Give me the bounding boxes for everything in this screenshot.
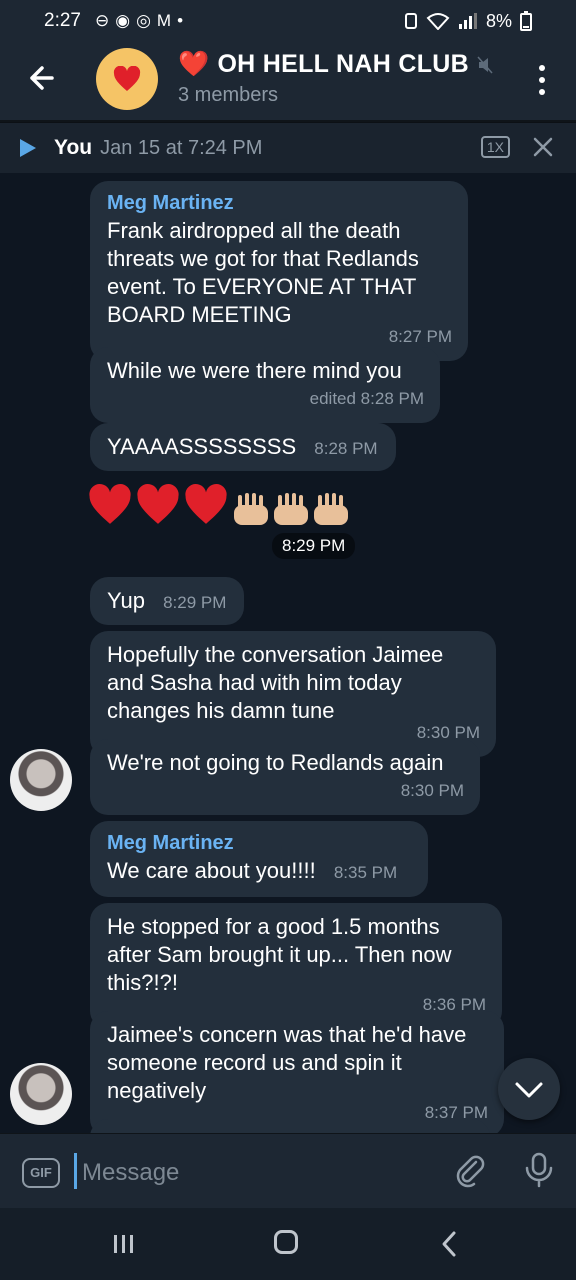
more-menu-icon[interactable] (532, 62, 552, 98)
message-time: 8:29 PM (272, 533, 356, 559)
heart-emoji (89, 483, 131, 524)
message-text: While we were there mind you (107, 358, 402, 383)
message-bubble[interactable]: YAAAASSSSSSSS 8:28 PM (90, 423, 396, 471)
user-avatar[interactable] (10, 1063, 72, 1125)
audio-player-bar[interactable]: You Jan 15 at 7:24 PM 1X (0, 122, 576, 173)
message-bubble[interactable]: Meg Martinez We care about you!!!! 8:35 … (90, 821, 428, 897)
heart-emoji (185, 483, 227, 524)
emoji-message[interactable] (88, 483, 352, 527)
chat-header: ❤️ OH HELL NAH CLUB 3 members (0, 42, 576, 120)
message-list[interactable]: Meg Martinez Frank airdropped all the de… (0, 173, 576, 1133)
raised-hands-emoji (234, 493, 348, 525)
status-icon: ◉ (115, 11, 131, 30)
audio-date: Jan 15 at 7:24 PM (100, 136, 263, 159)
message-text: We care about you!!!! (107, 858, 316, 883)
play-icon[interactable] (20, 139, 36, 157)
nav-back-icon[interactable] (440, 1230, 460, 1258)
battery-icon (520, 11, 532, 31)
message-time: 8:29 PM (163, 593, 227, 612)
message-bubble[interactable]: While we were there mind you edited 8:28… (90, 347, 440, 423)
status-right: 8% (404, 0, 532, 42)
group-avatar[interactable] (96, 48, 158, 110)
message-bubble[interactable]: Meg Martinez Frank airdropped all the de… (90, 181, 468, 361)
group-name: OH HELL NAH CLUB (217, 50, 469, 78)
message-text: He stopped for a good 1.5 months after S… (107, 914, 452, 995)
battery-percent: 8% (485, 10, 512, 31)
status-icon: • (177, 11, 184, 30)
message-input[interactable] (80, 1154, 404, 1192)
muted-icon (477, 56, 493, 73)
signal-icon (458, 13, 477, 29)
close-icon[interactable] (530, 134, 556, 160)
heart-icon (113, 66, 141, 91)
message-text: Frank airdropped all the death threats w… (107, 218, 419, 327)
status-bar: 2:27 ⊖ ◉ ◎ M • 8% (0, 0, 576, 42)
message-bubble[interactable]: Yup 8:29 PM (90, 577, 244, 625)
sender-name[interactable]: Meg Martinez (107, 191, 452, 215)
message-text: YAAAASSSSSSSS (107, 434, 297, 459)
microphone-icon[interactable] (524, 1152, 554, 1188)
user-avatar[interactable] (10, 749, 72, 811)
message-bubble[interactable]: Jaimee's concern was that he'd have some… (90, 1011, 504, 1133)
message-text: We're not going to Redlands again (107, 750, 444, 775)
sender-name[interactable]: Meg Martinez (107, 831, 412, 855)
playback-speed-button[interactable]: 1X (480, 136, 510, 158)
recent-apps-icon[interactable] (112, 1232, 136, 1256)
group-title[interactable]: ❤️ OH HELL NAH CLUB (178, 50, 493, 79)
battery-saver-icon (404, 13, 417, 29)
chevron-down-icon (515, 1082, 543, 1098)
paperclip-icon[interactable] (452, 1152, 488, 1188)
title-heart: ❤️ (178, 50, 210, 78)
status-time: 2:27 (44, 10, 81, 31)
member-count: 3 members (178, 84, 279, 106)
heart-emoji (137, 483, 179, 524)
scroll-down-button[interactable] (498, 1058, 560, 1120)
message-text: Yup (107, 588, 145, 613)
wifi-icon (426, 13, 450, 30)
message-text: Hopefully the conversation Jaimee and Sa… (107, 642, 444, 723)
gif-button[interactable]: GIF (22, 1158, 60, 1188)
audio-author: You (54, 136, 93, 159)
text-cursor (74, 1153, 77, 1189)
home-icon[interactable] (274, 1230, 298, 1254)
message-bubble[interactable]: We're not going to Redlands again 8:30 P… (90, 739, 480, 815)
message-bubble-partial[interactable] (90, 1119, 490, 1133)
message-composer: GIF (0, 1134, 576, 1208)
status-icon: ⊖ (94, 11, 110, 30)
message-time: edited 8:28 PM (309, 389, 424, 408)
back-arrow-icon[interactable] (22, 58, 62, 98)
status-icon: ◎ (136, 11, 151, 30)
system-nav-bar (0, 1208, 576, 1280)
message-time: 8:30 PM (400, 781, 464, 800)
status-icons: ⊖ ◉ ◎ M • (95, 11, 183, 31)
status-icon: M (156, 11, 172, 30)
message-time: 8:28 PM (314, 439, 378, 458)
message-time: 8:35 PM (333, 863, 398, 882)
message-text: Jaimee's concern was that he'd have some… (107, 1022, 467, 1103)
